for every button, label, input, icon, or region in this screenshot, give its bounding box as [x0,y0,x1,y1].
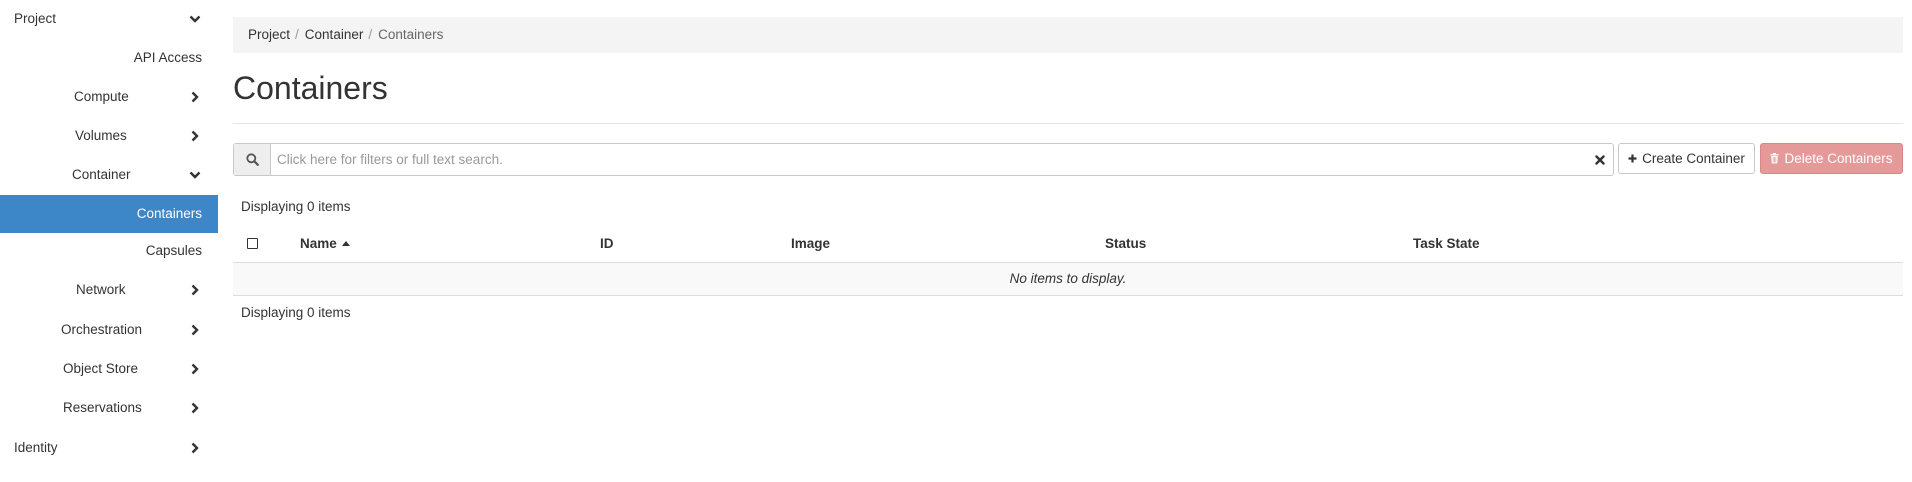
breadcrumb-separator: / [295,27,299,42]
chevron-right-icon [188,117,202,155]
sidebar-item-api-access[interactable]: API Access [0,39,218,77]
create-container-label: Create Container [1642,151,1745,166]
breadcrumb-project[interactable]: Project [248,27,290,42]
sidebar-item-object-store[interactable]: Object Store [0,350,218,388]
breadcrumb-separator: / [368,27,373,42]
column-header-status[interactable]: Status [1105,227,1146,260]
sidebar: Project API Access Compute Volumes Conta… [0,0,218,482]
sidebar-item-project[interactable]: Project [0,0,218,38]
delete-containers-label: Delete Containers [1784,151,1893,166]
chevron-right-icon [188,78,202,116]
chevron-right-icon [188,311,202,349]
create-container-button[interactable]: Create Container [1618,143,1755,174]
breadcrumb-current: Containers [378,27,444,42]
sidebar-item-identity[interactable]: Identity [0,429,218,467]
delete-containers-button[interactable]: Delete Containers [1760,143,1903,174]
sidebar-item-reservations[interactable]: Reservations [0,389,218,427]
chevron-right-icon [188,271,202,309]
sidebar-item-label: Compute [74,89,129,104]
table-toolbar: Create Container Delete Containers [233,143,1903,176]
column-name-label: Name [300,236,337,251]
chevron-down-icon [188,156,202,194]
close-icon[interactable] [1595,144,1605,175]
column-header-task-state[interactable]: Task State [1413,227,1480,260]
column-header-id[interactable]: ID [600,227,614,260]
table-header: Name ID Image Status Task State [233,227,1903,264]
trash-icon [1770,153,1779,164]
chevron-right-icon [188,389,202,427]
sidebar-item-label: Object Store [63,361,139,376]
empty-table-message: No items to display. [233,263,1903,296]
search-icon[interactable] [234,144,271,175]
search-input[interactable] [277,144,1567,175]
sidebar-item-label: Capsules [145,243,202,258]
plus-icon [1628,154,1637,163]
sidebar-item-label: Project [14,11,57,26]
select-all-checkbox[interactable] [247,238,258,249]
chevron-down-icon [188,0,202,38]
sidebar-item-label: Containers [136,206,202,221]
sidebar-item-containers[interactable]: Containers [0,195,218,233]
divider [233,123,1903,124]
column-header-image[interactable]: Image [791,227,830,260]
item-count-top: Displaying 0 items [241,199,351,214]
item-count-bottom: Displaying 0 items [241,305,351,320]
sidebar-item-label: Orchestration [61,322,143,337]
sidebar-item-label: Identity [14,440,58,455]
sidebar-item-label: Volumes [75,128,127,143]
sidebar-item-label: Reservations [63,400,142,415]
breadcrumb: Project / Container / Containers [233,17,1903,53]
sidebar-item-label: Container [72,167,131,182]
sort-up-icon [341,234,350,249]
column-header-name[interactable]: Name [300,227,350,260]
sidebar-item-capsules[interactable]: Capsules [0,232,218,270]
sidebar-item-container[interactable]: Container [0,156,218,194]
sidebar-item-network[interactable]: Network [0,271,218,309]
sidebar-item-label: API Access [133,50,202,65]
search-bar [233,143,1614,176]
sidebar-item-label: Network [76,282,126,297]
sidebar-item-volumes[interactable]: Volumes [0,117,218,155]
breadcrumb-container[interactable]: Container [305,27,364,42]
page-title: Containers [233,70,388,106]
sidebar-item-orchestration[interactable]: Orchestration [0,311,218,349]
chevron-right-icon [188,429,202,467]
chevron-right-icon [188,350,202,388]
sidebar-item-compute[interactable]: Compute [0,78,218,116]
